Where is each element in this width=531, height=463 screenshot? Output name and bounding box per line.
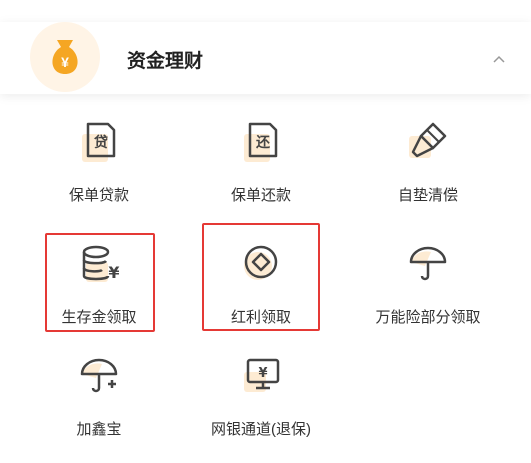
grid-item-label: 加鑫宝 (76, 421, 122, 438)
svg-text:还: 还 (255, 134, 271, 151)
svg-text:贷: 贷 (94, 134, 108, 151)
loan-document-icon: 贷 (82, 122, 116, 162)
section-header[interactable]: ¥ 资金理财 (0, 22, 531, 94)
grid-item-policy-loan[interactable]: 贷 保单贷款 (34, 112, 154, 212)
highlight-box-dividend (202, 223, 320, 331)
grid-item-policy-repayment[interactable]: 还 保单还款 (196, 112, 316, 212)
section-title: 资金理财 (127, 51, 204, 72)
grid-item-universal-partial[interactable]: 万能险部分领取 (363, 234, 483, 334)
money-bag-icon: ¥ (52, 40, 78, 74)
header-icon-circle: ¥ (30, 22, 100, 92)
umbrella-plus-icon (80, 358, 118, 393)
repayment-document-icon: 还 (244, 122, 278, 162)
grid-item-self-pay-settlement[interactable]: 自垫清偿 (363, 112, 483, 212)
svg-text:¥: ¥ (61, 54, 69, 70)
grid-item-label: 万能险部分领取 (375, 309, 481, 326)
grid-item-label: 网银通道(退保) (211, 421, 311, 438)
chevron-up-icon[interactable] (492, 52, 506, 66)
svg-text:¥: ¥ (258, 366, 267, 381)
brush-icon (409, 122, 447, 158)
grid-item-online-banking-surrender[interactable]: ¥ 网银通道(退保) (196, 346, 316, 446)
grid-item-label: 自垫清偿 (397, 187, 458, 204)
grid-item-label: 保单贷款 (68, 187, 129, 204)
umbrella-icon (409, 246, 447, 281)
grid-item-jiaxinbao[interactable]: 加鑫宝 (34, 346, 154, 446)
highlight-box-survival-benefit (45, 233, 155, 332)
monitor-yen-icon: ¥ (244, 358, 280, 392)
grid-item-label: 保单还款 (230, 187, 291, 204)
